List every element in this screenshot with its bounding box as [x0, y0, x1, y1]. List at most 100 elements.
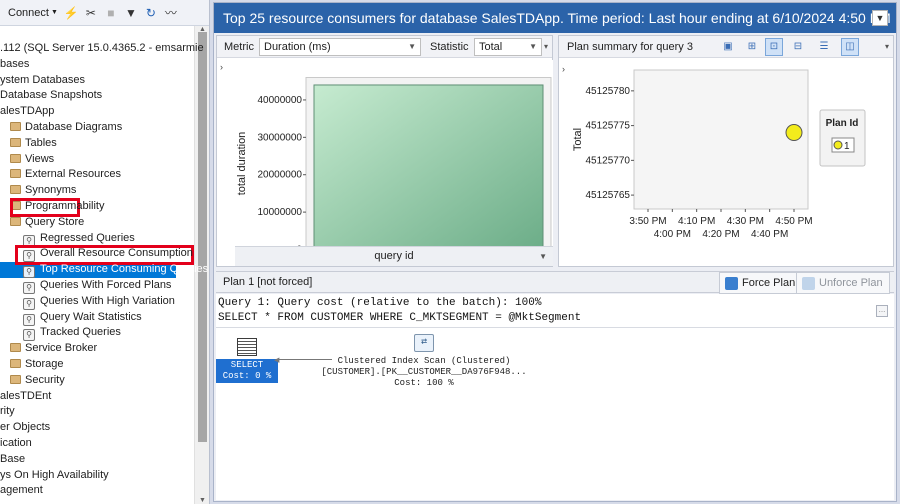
- filter-icon[interactable]: ▼: [124, 6, 138, 20]
- y-tick-label: 45125765: [586, 190, 631, 201]
- total-duration-bar-chart: 3010000000200000003000000040000000total …: [235, 60, 553, 265]
- report-icon: ⚲: [23, 234, 35, 247]
- tree-node-label: Queries With High Variation: [40, 294, 175, 307]
- chevron-down-icon: ▼: [529, 42, 537, 51]
- grid-view-icon[interactable]: ⊞: [743, 38, 761, 56]
- tree-node[interactable]: ⚲ Overall Resource Consumption: [0, 246, 194, 263]
- tree-node[interactable]: ⚲ Regressed Queries: [0, 231, 194, 247]
- scrollbar-thumb[interactable]: [198, 32, 207, 442]
- tree-node[interactable]: ⚲ Queries With Forced Plans: [0, 278, 194, 294]
- arrow-left-icon: ◀: [274, 357, 280, 364]
- tree-node[interactable]: Database Snapshots: [0, 88, 194, 104]
- tree-node[interactable]: ⚲ Query Wait Statistics: [0, 310, 194, 326]
- tree-node[interactable]: Service Broker: [0, 341, 194, 357]
- expand-query-icon[interactable]: …: [876, 305, 888, 317]
- report-icon: ⚲: [23, 281, 35, 294]
- tree-node[interactable]: agement: [0, 483, 194, 499]
- y-axis-label: total duration: [236, 132, 248, 196]
- scroll-down-icon[interactable]: ▼: [198, 497, 207, 504]
- tree-node[interactable]: ystem Databases: [0, 73, 194, 89]
- report-title: Top 25 resource consumers for database S…: [223, 10, 891, 26]
- tree-node-label: Query Wait Statistics: [40, 310, 142, 323]
- tree-node[interactable]: ys On High Availability: [0, 468, 194, 484]
- report-config-dropdown[interactable]: ▼: [872, 10, 888, 26]
- query-cost-line: Query 1: Query cost (relative to the bat…: [218, 297, 542, 309]
- plan-summary-toolbar: Plan summary for query 3 ▣ ⊞ ⊡ ⊟ ☰ ◫ ▾: [559, 36, 893, 58]
- tree-node-label: ystem Databases: [0, 73, 85, 86]
- connect-object-explorer-icon[interactable]: ⚡: [64, 6, 79, 20]
- tree-node[interactable]: Database Diagrams: [0, 120, 194, 136]
- chart-view-icon[interactable]: ⊡: [765, 38, 783, 56]
- tree-node[interactable]: bases: [0, 57, 194, 73]
- tree-node[interactable]: er Objects: [0, 420, 194, 436]
- statistic-select[interactable]: Total ▼: [474, 38, 542, 56]
- tree-node-label: External Resources: [25, 168, 121, 181]
- tree-node[interactable]: rity: [0, 404, 194, 420]
- tree-node[interactable]: Storage: [0, 357, 194, 373]
- tree-node[interactable]: Tables: [0, 136, 194, 152]
- tree-node[interactable]: ⚲ Top Resource Consuming Queries: [0, 262, 208, 279]
- tree-node[interactable]: ⚲ Queries With High Variation: [0, 294, 194, 310]
- tree-node[interactable]: ication: [0, 436, 194, 452]
- refresh-icon[interactable]: ↻: [144, 6, 158, 20]
- activity-monitor-icon[interactable]: 〰: [164, 4, 178, 21]
- table-view-icon[interactable]: ☰: [815, 38, 833, 56]
- folder-icon: [10, 216, 21, 226]
- connect-label: Connect: [8, 6, 49, 19]
- scatter-view-icon[interactable]: ◫: [841, 38, 859, 56]
- metric-select[interactable]: Duration (ms) ▼: [259, 38, 421, 56]
- connect-button[interactable]: Connect ▼: [8, 7, 58, 19]
- force-plan-button[interactable]: Force Plan: [719, 272, 803, 294]
- disconnect-icon[interactable]: ✂: [84, 6, 98, 20]
- collapse-pane-icon[interactable]: ›: [562, 64, 565, 74]
- tree-node-label: ication: [0, 436, 32, 449]
- tree-node[interactable]: Base: [0, 452, 194, 468]
- refresh-plan-icon[interactable]: ▣: [719, 38, 737, 56]
- tree-node-label: Base: [0, 452, 26, 465]
- unforce-plan-icon: [802, 277, 815, 290]
- plan-summary-pane: Plan summary for query 3 ▣ ⊞ ⊡ ⊟ ☰ ◫ ▾ ›…: [558, 35, 894, 267]
- query-id-axis-header[interactable]: query id ▼: [235, 246, 553, 266]
- force-plan-label: Force Plan: [742, 277, 796, 289]
- y-tick-label: 45125770: [586, 155, 631, 166]
- report-icon: ⚲: [23, 266, 35, 279]
- tree-node[interactable]: alesTDApp: [0, 104, 194, 120]
- compare-plans-icon[interactable]: ⊟: [789, 38, 807, 56]
- tree-node[interactable]: Security: [0, 373, 194, 389]
- select-operator-label: SELECT: [230, 360, 264, 370]
- select-operator-tag: SELECT Cost: 0 %: [216, 359, 278, 383]
- object-explorer: Connect ▼ ⚡ ✂ ■ ▼ ↻ 〰 .112 (SQL Server 15…: [0, 0, 210, 504]
- clustered-index-scan-operator[interactable]: ⇄ Clustered Index Scan (Clustered) [CUST…: [314, 334, 534, 389]
- tree-node[interactable]: Query Store: [0, 215, 194, 231]
- select-operator-icon: [237, 338, 257, 356]
- tree-node[interactable]: ⚲ Tracked Queries: [0, 325, 194, 342]
- report-icon: ⚲: [23, 250, 35, 263]
- query-sql-line: SELECT * FROM CUSTOMER WHERE C_MKTSEGMEN…: [218, 312, 582, 324]
- report-icon: ⚲: [23, 297, 35, 310]
- tree-node-label: Service Broker: [25, 342, 98, 355]
- tree-node[interactable]: External Resources: [0, 167, 194, 183]
- tree-node-label: Database Snapshots: [0, 89, 103, 102]
- pane-menu-icon[interactable]: ▾: [885, 42, 889, 51]
- statistic-label: Statistic: [430, 41, 469, 53]
- tree-node[interactable]: .112 (SQL Server 15.0.4365.2 - emsarmie: [0, 41, 204, 57]
- stop-icon[interactable]: ■: [104, 6, 118, 20]
- pane-menu-icon[interactable]: ▾: [544, 42, 548, 51]
- collapse-pane-icon[interactable]: ›: [220, 62, 223, 72]
- plan-title: Plan 1 [not forced]: [223, 276, 313, 288]
- plan-toolbar: Plan 1 [not forced] Force Plan Unforce P…: [216, 271, 894, 294]
- report-title-bar: Top 25 resource consumers for database S…: [214, 3, 896, 33]
- unforce-plan-button[interactable]: Unforce Plan: [796, 272, 890, 294]
- tree-node[interactable]: alesTDEnt: [0, 389, 194, 405]
- tree-node-label: alesTDApp: [0, 105, 55, 118]
- x-tick-label: 4:40 PM: [751, 229, 788, 240]
- folder-icon: [10, 169, 21, 179]
- folder-icon: [10, 153, 21, 163]
- chevron-down-icon: ▼: [875, 13, 885, 23]
- select-operator[interactable]: SELECT Cost: 0 %: [216, 338, 278, 383]
- tree-node-label: bases: [0, 57, 30, 70]
- tree-node[interactable]: Programmability: [0, 199, 194, 215]
- tree-node[interactable]: Views: [0, 152, 194, 168]
- tree-node[interactable]: Synonyms: [0, 183, 194, 199]
- tree-node-label: agement: [0, 484, 43, 497]
